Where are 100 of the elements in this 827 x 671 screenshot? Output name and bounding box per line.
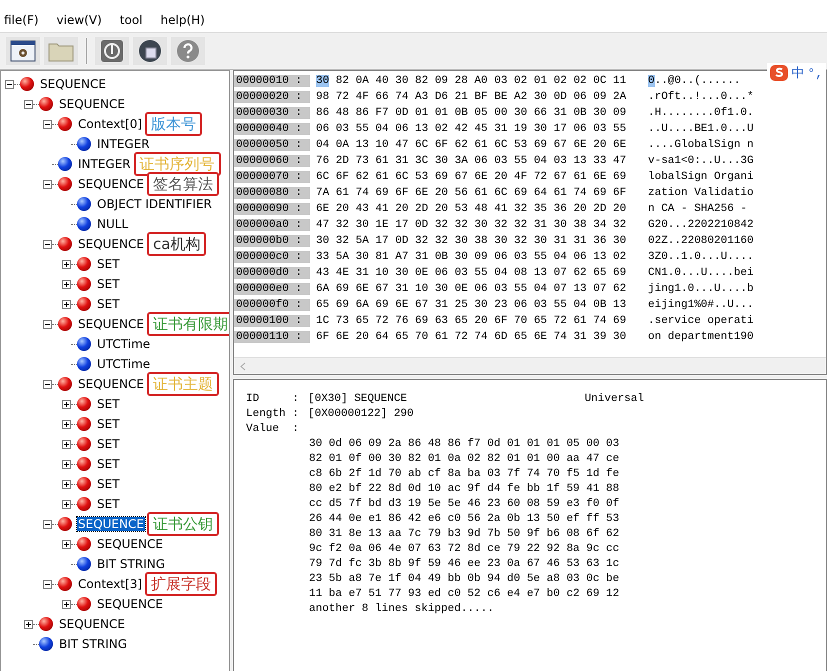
toolbar-button[interactable] [95,37,129,65]
toolbar-button[interactable] [133,37,167,65]
value-bytes: 82 01 0f 00 30 82 01 0a 02 82 01 01 00 aa 47 ce [309,453,620,465]
collapse-toggle-icon[interactable] [43,180,52,188]
hex-bytes: 30 32 5A 17 0D 32 32 30 38 30 32 30 31 31 36 30 [316,235,628,247]
collapse-toggle-icon[interactable] [43,120,52,128]
constructed-node-icon [20,77,34,91]
tree-item[interactable]: SEQUENCE [58,97,126,111]
ascii-text: on department190 [648,331,754,343]
hex-bytes: 7A 61 74 69 6F 6E 20 56 61 6C 69 64 61 74 69 6F [316,187,628,199]
constructed-node-icon [58,577,72,591]
field-label: Length : [246,407,300,422]
disc-icon [138,39,162,63]
annotation: 证书有限期 [146,312,229,336]
offset-cell: 000000b0 : [234,235,310,247]
tree-item[interactable]: SEQUENCE [39,77,107,91]
collapse-toggle-icon[interactable] [43,240,52,248]
ime-toolbar[interactable]: 中 °, [767,63,826,83]
menu-item[interactable]: help(H) [160,13,205,27]
hex-bytes: 86 48 86 F7 0D 01 01 0B 05 00 30 66 31 0B 30 09 [316,107,628,119]
offset-cell: 00000110 : [234,331,310,343]
collapse-toggle-icon[interactable] [24,100,33,108]
tree-item[interactable]: SET [96,257,121,271]
tree-item[interactable]: SEQUENCE [77,317,145,331]
ime-label: °, [807,66,823,80]
tree-item[interactable]: SEQUENCE [96,537,164,551]
toolbar-button[interactable] [171,37,205,65]
offset-cell: 00000080 : [234,187,310,199]
tree-item[interactable]: NULL [96,217,130,231]
tree-item[interactable]: SET [96,477,121,491]
constructed-node-icon [77,257,91,271]
constructed-node-icon [77,437,91,451]
tree-item[interactable]: Context[0] [77,117,144,131]
constructed-node-icon [58,377,72,391]
value-bytes: 9c f2 0a 06 4e 07 63 72 8d ce 79 22 92 8a 9c cc [309,543,620,555]
constructed-node-icon [77,297,91,311]
collapse-toggle-icon[interactable] [5,80,14,88]
tree-item[interactable]: SET [96,277,121,291]
expand-toggle-icon[interactable] [62,440,71,448]
constructed-node-icon [77,477,91,491]
tree-item[interactable]: UTCTime [96,337,152,351]
hex-bytes: 98 72 4F 66 74 A3 D6 21 BF BE A2 30 0D 06 09 2A [316,91,628,103]
tree-item[interactable]: SET [96,497,121,511]
tree-item[interactable]: INTEGER [96,137,151,151]
hex-bytes: 6E 20 43 41 20 2D 20 53 48 41 32 35 36 20 2D 20 [316,203,628,215]
tree-item[interactable]: BIT STRING [96,557,166,571]
expand-toggle-icon[interactable] [62,280,71,288]
value-bytes: 30 0d 06 09 2a 86 48 86 f7 0d 01 01 01 05 00 03 [309,438,620,450]
collapse-toggle-icon[interactable] [43,380,52,388]
primitive-node-icon [77,197,91,211]
tree-item[interactable]: SET [96,457,121,471]
power-icon [100,39,124,63]
constructed-node-icon [58,237,72,251]
tree-item[interactable]: SEQUENCE [96,597,164,611]
collapse-toggle-icon[interactable] [43,320,52,328]
expand-toggle-icon[interactable] [62,480,71,488]
offset-cell: 000000a0 : [234,219,310,231]
expand-toggle-icon[interactable] [62,400,71,408]
tree-item[interactable]: SET [96,297,121,311]
expand-toggle-icon[interactable] [62,600,71,608]
expand-toggle-icon[interactable] [62,300,71,308]
offset-cell: 000000e0 : [234,283,310,295]
primitive-node-icon [77,357,91,371]
annotation: 证书主题 [146,372,219,396]
tree-item[interactable]: SET [96,397,121,411]
ascii-text: 02Z..22080201160 [648,235,754,247]
ascii-text: 0..@0..(...... [648,75,740,87]
tree-item[interactable]: SEQUENCE [77,377,145,391]
tree-item[interactable]: SET [96,417,121,431]
annotation: 签名算法 [146,172,219,196]
expand-toggle-icon[interactable] [62,500,71,508]
expand-toggle-icon[interactable] [62,420,71,428]
tree-item[interactable]: SET [96,437,121,451]
tree-item[interactable]: SEQUENCE [58,617,126,631]
tree-item[interactable]: SEQUENCE [77,177,145,191]
tree-item[interactable]: SEQUENCE [77,517,145,531]
collapse-toggle-icon[interactable] [43,520,52,528]
expand-toggle-icon[interactable] [24,620,33,628]
ascii-text: v-sa1<0:..U...3G [648,155,754,167]
collapse-toggle-icon[interactable] [43,580,52,588]
expand-toggle-icon[interactable] [62,540,71,548]
offset-cell: 00000050 : [234,139,310,151]
tree-item[interactable]: SEQUENCE [77,237,145,251]
toolbar-button[interactable] [6,37,40,65]
tree-item[interactable]: OBJECT IDENTIFIER [96,197,213,211]
menu-item[interactable]: file(F) [4,13,39,27]
field-value: [0X30] SEQUENCE [308,392,408,407]
hex-bytes: 06 03 55 04 06 13 02 42 45 31 19 30 17 06 03 55 [316,123,628,135]
expand-toggle-icon[interactable] [62,460,71,468]
offset-cell: 000000f0 : [234,299,310,311]
tree-item[interactable]: Context[3] [77,577,144,591]
expand-toggle-icon[interactable] [62,260,71,268]
value-bytes: 26 44 0e e1 86 42 e6 c0 56 2a 0b 13 50 ef ff 53 [309,513,620,525]
horizontal-scrollbar[interactable] [234,357,826,374]
tree-item[interactable]: UTCTime [96,357,152,371]
ascii-text: jing1.0...U....b [648,283,754,295]
tree-item[interactable]: BIT STRING [58,637,128,651]
tree-item[interactable]: INTEGER [77,157,132,171]
menu-item[interactable]: tool [120,13,142,27]
menu-item[interactable]: view(V) [56,13,102,27]
